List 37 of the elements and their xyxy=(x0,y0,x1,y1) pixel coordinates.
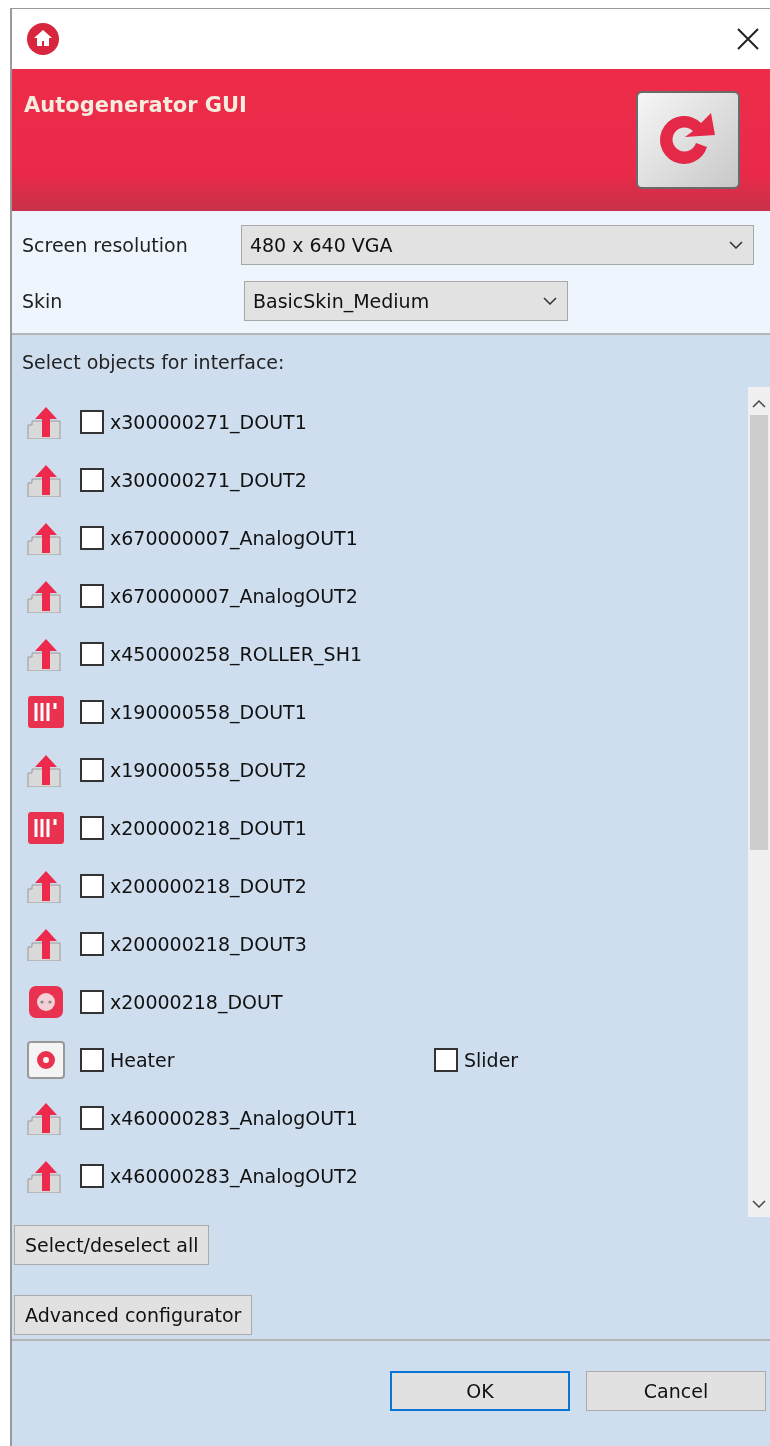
scroll-down-icon[interactable] xyxy=(752,1199,766,1209)
object-checkbox[interactable]: Heater xyxy=(80,1048,420,1072)
object-checkbox[interactable]: x200000218_DOUT2 xyxy=(80,874,307,898)
caret-icon xyxy=(729,241,743,249)
scroll-up-icon[interactable] xyxy=(752,399,766,409)
dialog-button[interactable]: Cancel xyxy=(586,1371,766,1411)
socket-icon xyxy=(26,985,66,1019)
object-checkbox[interactable]: x300000271_DOUT1 xyxy=(80,410,307,434)
object-checkbox[interactable]: x200000218_DOUT1 xyxy=(80,816,307,840)
heater-icon xyxy=(26,1041,66,1079)
blinds-icon xyxy=(26,811,66,845)
dropdown-field[interactable]: BasicSkin_Medium xyxy=(244,281,568,321)
object-checkbox[interactable]: x670000007_AnalogOUT1 xyxy=(80,526,358,550)
object-checkbox[interactable]: x670000007_AnalogOUT2 xyxy=(80,584,358,608)
object-checkbox[interactable]: x190000558_DOUT1 xyxy=(80,700,307,724)
refresh-button[interactable] xyxy=(636,91,740,189)
dropdown-field[interactable]: 480 x 640 VGA xyxy=(240,225,754,265)
scrollbar[interactable] xyxy=(748,387,770,1217)
list-label: Select objects for interface: xyxy=(21,350,286,373)
object-checkbox[interactable]: x20000218_DOUT xyxy=(80,990,283,1014)
blinds-icon xyxy=(26,695,66,729)
object-checkbox[interactable]: x460000283_AnalogOUT1 xyxy=(80,1106,358,1130)
object-checkbox[interactable]: x450000258_ROLLER_SH1 xyxy=(80,642,362,666)
object-checkbox[interactable]: x300000271_DOUT2 xyxy=(80,468,307,492)
close-icon[interactable] xyxy=(736,27,760,51)
action-button[interactable]: Select/deselect all xyxy=(14,1225,210,1265)
field-label: Screen resolution xyxy=(22,234,189,256)
action-button[interactable]: Advanced configurator xyxy=(14,1295,253,1335)
object-checkbox[interactable]: x190000558_DOUT2 xyxy=(80,758,307,782)
object-checkbox[interactable]: Slider xyxy=(434,1048,519,1072)
object-checkbox[interactable]: x200000218_DOUT3 xyxy=(80,932,307,956)
object-checkbox[interactable]: x460000283_AnalogOUT2 xyxy=(80,1164,358,1188)
field-label: Skin xyxy=(22,290,64,312)
caret-icon xyxy=(543,297,557,305)
window-title: Autogenerator GUI xyxy=(24,93,247,117)
home-icon xyxy=(26,22,60,56)
dialog-button[interactable]: OK xyxy=(390,1371,570,1411)
